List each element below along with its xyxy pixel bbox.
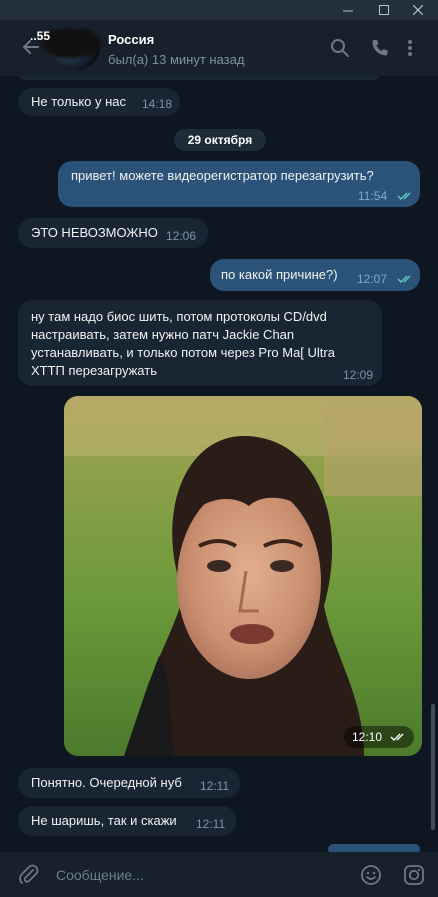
maximize-button[interactable] [370,0,398,20]
message-input[interactable] [56,862,346,888]
phone-icon [372,40,388,56]
message-bubble-in[interactable]: Не только у нас 14:18 [18,88,180,116]
minimize-button[interactable] [334,0,362,20]
message-text: по какой причине?) [221,267,338,282]
date-separator: 29 октября [174,129,266,151]
message-bubble-partial[interactable] [18,76,380,80]
message-bubble-in[interactable]: ну там надо биос шить, потом протоколы C… [18,300,382,386]
read-double-check-icon [397,275,411,283]
attach-button[interactable] [18,864,40,886]
emoji-icon [361,865,381,885]
scrollbar-thumb[interactable] [431,704,435,830]
more-vertical-icon [408,40,412,56]
photo-message[interactable]: 12:10 [64,396,422,756]
message-time: 12:06 [166,229,197,243]
maximize-icon [379,5,389,15]
close-icon [413,5,423,15]
read-double-check-icon [397,192,411,200]
emoji-button[interactable] [360,864,382,886]
message-time: 14:18 [142,97,173,111]
photo-image [64,396,422,756]
window-titlebar [0,0,438,20]
message-composer [0,852,438,897]
search-button[interactable] [330,38,350,58]
message-time: 12:09 [343,368,374,382]
message-bubble-out[interactable]: по какой причине?) 12:07 [210,259,420,291]
message-bubble-in[interactable]: Не шаришь, так и скажи 12:11 [18,806,236,836]
close-button[interactable] [404,0,432,20]
message-text: ЭТО НЕВОЗМОЖНО [31,225,158,240]
chat-title[interactable]: Россия [108,32,154,47]
read-double-check-icon [390,733,404,741]
chat-status: был(а) 13 минут назад [108,52,245,67]
minimize-icon [343,10,353,12]
search-icon [331,39,349,57]
message-text: Не шаришь, так и скажи [31,813,177,828]
message-bubble-in[interactable]: ЭТО НЕВОЗМОЖНО 12:06 [18,218,208,248]
message-time: 12:11 [200,779,230,793]
message-bubble-out[interactable]: привет! можете видеорегистратор перезагр… [58,161,420,207]
unread-counter: ..55 [30,29,51,43]
message-text: Не только у нас [31,94,127,109]
instagram-camera-icon [404,865,424,885]
message-time: 12:07 [357,272,388,286]
message-time: 12:10 [352,730,383,744]
message-text: ну там надо биос шить, потом протоколы C… [31,309,335,378]
chat-header: ..55 Россия был(а) 13 минут назад [0,20,438,76]
message-text: привет! можете видеорегистратор перезагр… [71,168,374,183]
attach-icon [19,864,39,884]
camera-button[interactable] [403,864,425,886]
message-bubble-in[interactable]: Понятно. Очередной нуб 12:11 [18,768,240,798]
call-button[interactable] [370,38,390,58]
message-bubble-partial[interactable] [328,844,420,852]
photo-timestamp: 12:10 [344,726,414,748]
more-button[interactable] [406,38,426,58]
message-text: Понятно. Очередной нуб [31,775,182,790]
message-time: 11:54 [358,189,388,203]
message-list[interactable]: Не только у нас 14:18 29 октября привет!… [0,76,438,852]
message-time: 12:11 [196,817,226,831]
